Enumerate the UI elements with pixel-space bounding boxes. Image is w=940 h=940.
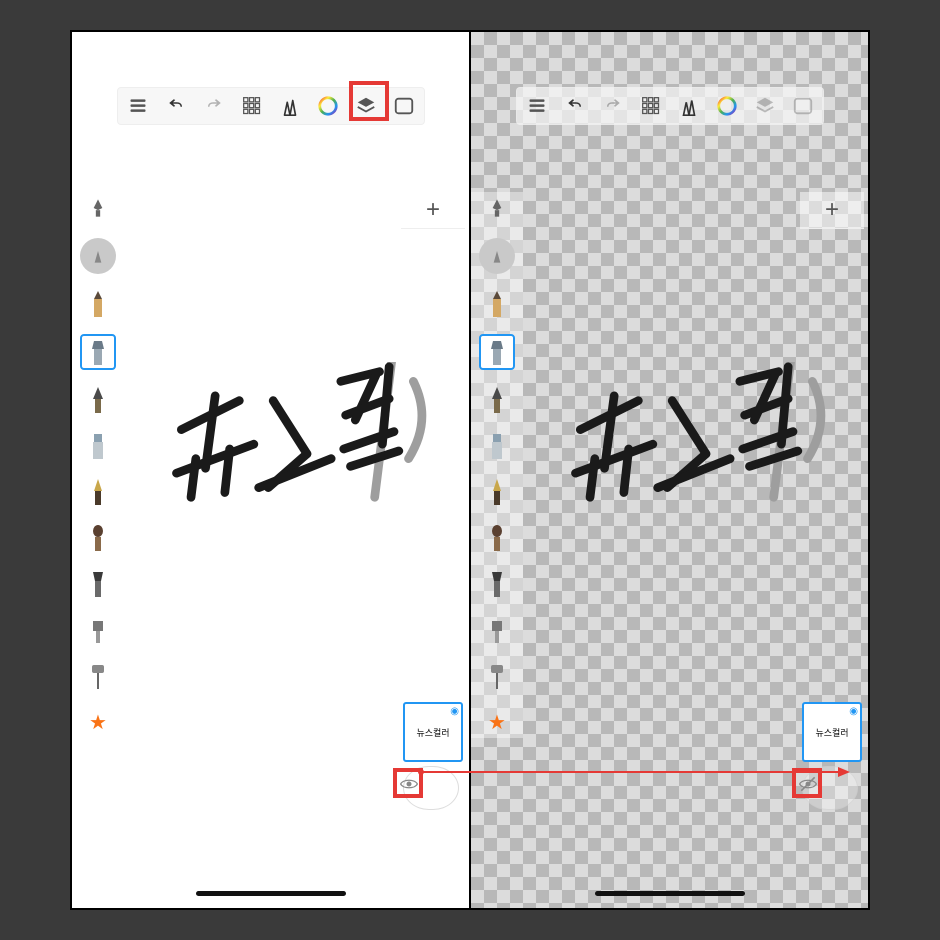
tools-icon[interactable]	[675, 92, 703, 120]
brush-circle[interactable]	[479, 238, 515, 274]
brush-square-selected[interactable]	[479, 334, 515, 370]
brush-size-icon[interactable]	[82, 192, 114, 224]
stage: ★ + ◉ 뉴스컬러	[0, 0, 940, 940]
add-layer-button[interactable]: +	[800, 192, 864, 229]
brush-ink[interactable]	[481, 384, 513, 416]
shapes-grid-icon[interactable]	[637, 92, 665, 120]
brush-airbrush[interactable]	[481, 614, 513, 646]
top-toolbar	[471, 86, 868, 126]
shapes-grid-icon[interactable]	[238, 92, 266, 120]
brush-pencil[interactable]	[82, 288, 114, 320]
brush-strip: ★	[471, 192, 523, 738]
fullscreen-icon[interactable]	[789, 92, 817, 120]
brush-fountain[interactable]	[481, 476, 513, 508]
layer-thumb[interactable]: ◉ 뉴스컬러	[802, 702, 862, 762]
highlight-layers-button	[349, 81, 389, 121]
brush-pencil[interactable]	[481, 288, 513, 320]
toolbar-row	[516, 87, 824, 125]
brush-roller[interactable]	[481, 660, 513, 692]
fullscreen-icon[interactable]	[390, 92, 418, 120]
brush-flat-marker[interactable]	[481, 430, 513, 462]
brush-strip: ★	[72, 192, 124, 738]
brush-chisel[interactable]	[82, 568, 114, 600]
undo-icon[interactable]	[162, 92, 190, 120]
canvas-handwriting	[561, 362, 851, 555]
brush-flat-marker[interactable]	[82, 430, 114, 462]
brush-round[interactable]	[82, 522, 114, 554]
redo-icon	[599, 92, 627, 120]
brush-circle[interactable]	[80, 238, 116, 274]
layer-thumb-label: 뉴스컬러	[815, 726, 848, 739]
top-toolbar	[72, 86, 469, 126]
star-icon[interactable]: ★	[82, 706, 114, 738]
eye-tiny-icon: ◉	[849, 706, 858, 717]
menu-icon[interactable]	[124, 92, 152, 120]
brush-fountain[interactable]	[82, 476, 114, 508]
brush-airbrush[interactable]	[82, 614, 114, 646]
redo-icon	[200, 92, 228, 120]
undo-icon[interactable]	[561, 92, 589, 120]
pane-right: ★ + ◉ 뉴스컬러	[471, 32, 868, 908]
color-icon[interactable]	[314, 92, 342, 120]
add-layer-button[interactable]: +	[401, 192, 465, 229]
brush-roller[interactable]	[82, 660, 114, 692]
brush-round[interactable]	[481, 522, 513, 554]
highlight-eye-left	[393, 768, 423, 798]
brush-ink[interactable]	[82, 384, 114, 416]
brush-size-icon[interactable]	[481, 192, 513, 224]
pane-left: ★ + ◉ 뉴스컬러	[72, 32, 469, 908]
menu-icon[interactable]	[523, 92, 551, 120]
home-indicator	[595, 891, 745, 896]
tools-icon[interactable]	[276, 92, 304, 120]
star-icon[interactable]: ★	[481, 706, 513, 738]
eye-tiny-icon: ◉	[450, 706, 459, 717]
layer-thumb-label: 뉴스컬러	[416, 726, 449, 739]
color-icon[interactable]	[713, 92, 741, 120]
brush-square-selected[interactable]	[80, 334, 116, 370]
layers-icon[interactable]	[751, 92, 779, 120]
canvas-handwriting	[162, 362, 452, 555]
brush-chisel[interactable]	[481, 568, 513, 600]
home-indicator	[196, 891, 346, 896]
highlight-eye-right	[792, 768, 822, 798]
layer-thumb[interactable]: ◉ 뉴스컬러	[403, 702, 463, 762]
split-view: ★ + ◉ 뉴스컬러	[70, 30, 870, 910]
